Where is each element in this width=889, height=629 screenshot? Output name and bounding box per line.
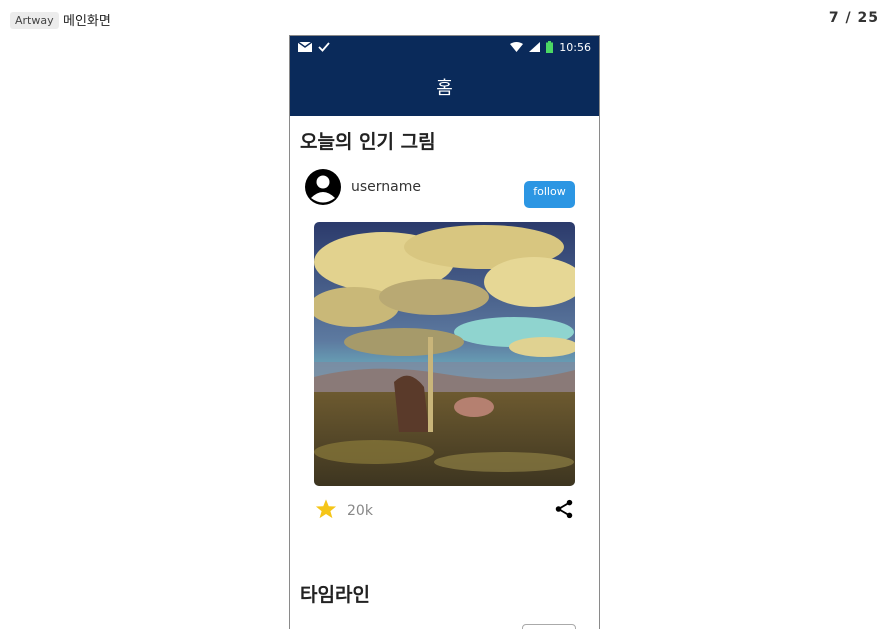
status-bar: 10:56 [290,36,599,58]
phone-screen: 10:56 홈 오늘의 인기 그림 username follow 20k 타임… [289,35,600,629]
like-count: 20k [347,503,373,519]
wifi-icon [510,42,524,52]
signal-icon [529,42,541,52]
artwork-image[interactable] [314,222,575,486]
share-icon[interactable] [553,498,575,520]
page-title: 메인화면 [63,14,111,29]
mail-icon [298,42,312,52]
popular-section-title: 오늘의 인기 그림 [300,131,436,153]
page-counter: 7 / 25 [828,10,879,26]
avatar-icon[interactable] [305,169,341,205]
status-time: 10:56 [559,40,591,54]
check-icon [318,42,330,52]
action-row: 20k [315,496,575,526]
follow-button[interactable]: follow [524,181,575,208]
timeline-follow-button[interactable] [522,624,576,629]
app-bar-title: 홈 [436,78,453,99]
star-icon[interactable] [315,498,337,520]
timeline-section-title: 타임라인 [300,584,370,606]
app-tag: Artway [10,12,59,29]
username[interactable]: username [351,179,421,195]
painting-picture [314,222,575,486]
app-bar: 홈 [290,58,599,116]
battery-icon [546,41,554,53]
